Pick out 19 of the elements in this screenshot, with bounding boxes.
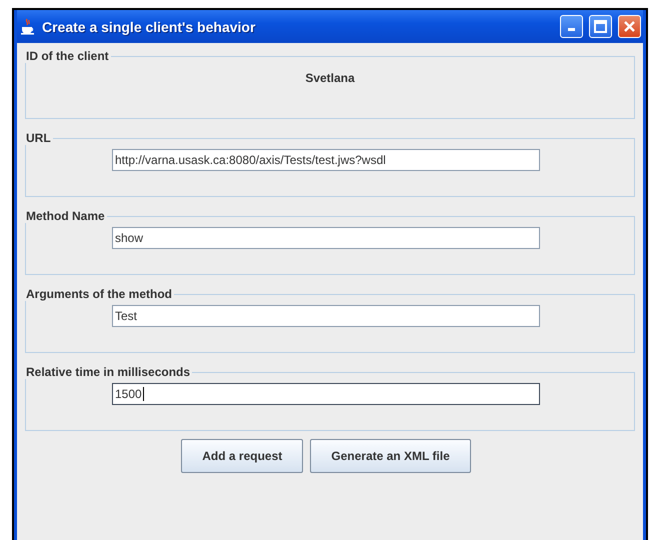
panel-title: Method Name: [25, 209, 106, 223]
text-field[interactable]: 1500: [112, 383, 540, 405]
maximize-icon: [594, 20, 607, 33]
window-title: Create a single client's behavior: [42, 18, 256, 34]
minimize-button[interactable]: [560, 15, 583, 38]
client-name: Svetlana: [305, 71, 355, 85]
action-button[interactable]: Generate an XML file: [310, 439, 471, 473]
close-icon: [623, 20, 636, 33]
action-button[interactable]: Add a request: [181, 439, 304, 473]
panel-title: Relative time in milliseconds: [25, 365, 192, 379]
maximize-button[interactable]: [589, 15, 612, 38]
panel-title: ID of the client: [25, 49, 110, 63]
panel-title: Arguments of the method: [25, 287, 173, 301]
text-field[interactable]: show: [112, 227, 540, 249]
close-button[interactable]: [618, 15, 641, 38]
coffee-cup-icon: [20, 18, 36, 36]
text-field[interactable]: Test: [112, 305, 540, 327]
panel-title: URL: [25, 131, 52, 145]
text-field[interactable]: http://varna.usask.ca:8080/axis/Tests/test.jws?wsdl: [112, 149, 540, 171]
